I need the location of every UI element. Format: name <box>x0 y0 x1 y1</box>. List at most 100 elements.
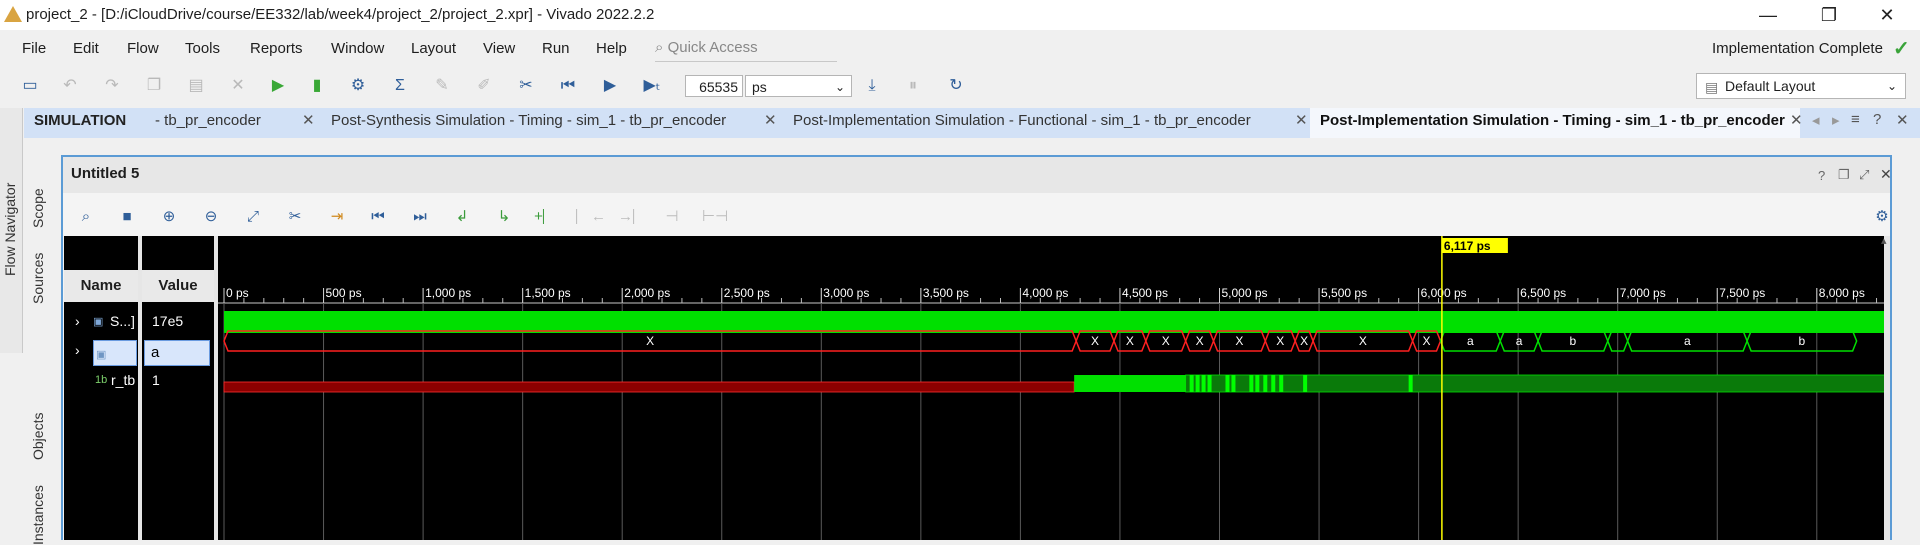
previous-marker-icon[interactable]: ⎸← <box>576 205 606 229</box>
previous-transition-icon[interactable]: ↲ <box>450 205 474 229</box>
menu-edit[interactable]: Edit <box>73 40 99 57</box>
swap-cursors-icon[interactable]: ⊣ <box>660 205 684 229</box>
ruler-tick-label: 5,500 ps <box>1321 286 1367 300</box>
menu-file[interactable]: File <box>22 40 46 57</box>
batch-icon[interactable]: ✎ <box>430 74 454 98</box>
pencil-icon[interactable]: ✐ <box>472 74 496 98</box>
undo-icon[interactable]: ↶ <box>58 74 82 98</box>
settings-icon[interactable]: ⚙ <box>1870 205 1894 229</box>
signal-r-tb-high <box>1074 375 1186 392</box>
signal-name-r-tb[interactable]: r_tb <box>111 372 135 388</box>
signal-r-tb-glitch <box>1201 375 1206 392</box>
vertical-scrollbar[interactable]: ▴ <box>1881 234 1890 540</box>
signal-r-tb-glitch <box>1195 375 1200 392</box>
redo-icon[interactable]: ↷ <box>100 74 124 98</box>
menu-tools[interactable]: Tools <box>185 40 220 57</box>
ruler-tick-label: 2,000 ps <box>624 286 670 300</box>
signal-name-s[interactable]: S...] <box>110 313 135 329</box>
quick-access-input[interactable]: ⌕ Quick Access <box>655 35 837 62</box>
maximize-panel-icon[interactable]: ⤢ <box>1859 167 1869 183</box>
report-sigma-icon[interactable]: Σ <box>388 74 412 98</box>
program-device-icon[interactable]: ▮ <box>305 74 329 98</box>
scroll-right-icon[interactable]: ▸ <box>1832 111 1840 129</box>
menu-view[interactable]: View <box>483 40 515 57</box>
time-cursor-label: 6,117 ps <box>1444 239 1491 253</box>
layout-select[interactable]: ▤ Default Layout ⌄ <box>1696 73 1906 99</box>
zoom-cursor-icon[interactable]: ✂ <box>283 205 307 229</box>
layout-icon: ▤ <box>1705 79 1719 95</box>
tab-post-synthesis-timing[interactable]: Post-Synthesis Simulation - Timing - sim… <box>331 112 726 129</box>
bus-icon: ▣ <box>93 316 104 328</box>
ruler-tick-label: 4,000 ps <box>1022 286 1068 300</box>
tab-post-implementation-timing[interactable]: Post-Implementation Simulation - Timing … <box>1320 112 1785 129</box>
waveform-svg[interactable]: 0 ps 500 ps 1,000 ps 1,500 ps 2,000 ps 2,500 … <box>218 236 1884 540</box>
name-column-header[interactable]: Name <box>64 270 138 302</box>
tools-icon[interactable]: ✂ <box>514 74 538 98</box>
close-tab-icon[interactable]: ✕ <box>1790 111 1803 129</box>
zoom-out-icon[interactable]: ⊖ <box>199 205 223 229</box>
signal-value-r-tb: 1 <box>152 372 160 388</box>
run-time-input[interactable]: 65535 <box>685 75 743 97</box>
expand-chevron-icon[interactable]: › <box>75 342 80 358</box>
flow-navigator-collapsed[interactable]: Flow Navigator <box>0 108 23 353</box>
tab-objects[interactable]: Objects <box>30 413 46 460</box>
open-project-icon[interactable]: ▭ <box>18 74 42 98</box>
menu-reports[interactable]: Reports <box>250 40 303 57</box>
window-title: project_2 - [D:/iCloudDrive/course/EE332… <box>26 6 655 23</box>
scroll-left-icon[interactable]: ◂ <box>1812 111 1820 129</box>
search-icon[interactable]: ⌕ <box>74 205 98 229</box>
settings-icon[interactable]: ⚙ <box>346 74 370 98</box>
menu-run[interactable]: Run <box>542 40 570 57</box>
zoom-in-icon[interactable]: ⊕ <box>157 205 181 229</box>
tab-tb-pr-encoder[interactable]: - tb_pr_encoder <box>155 112 261 129</box>
menu-flow[interactable]: Flow <box>127 40 159 57</box>
tab-sources[interactable]: Sources <box>30 253 46 304</box>
save-icon[interactable]: ■ <box>115 205 139 229</box>
tab-instances[interactable]: Instances <box>30 485 46 545</box>
tab-post-implementation-functional[interactable]: Post-Implementation Simulation - Functio… <box>793 112 1251 129</box>
title-bar: project_2 - [D:/iCloudDrive/course/EE332… <box>0 0 1920 30</box>
menu-layout[interactable]: Layout <box>411 40 456 57</box>
close-button[interactable]: ✕ <box>1864 0 1910 30</box>
paste-icon[interactable]: ▤ <box>184 74 208 98</box>
close-panel-icon[interactable]: ✕ <box>1896 111 1909 129</box>
next-marker-icon[interactable]: →⎸ <box>618 205 648 229</box>
menu-help[interactable]: Help <box>596 40 627 57</box>
step-icon[interactable]: ⤓ <box>860 74 884 98</box>
signal-r-tb-unknown <box>223 381 1075 393</box>
close-panel-icon[interactable]: ✕ <box>1880 166 1892 183</box>
expand-chevron-icon[interactable]: › <box>75 313 80 329</box>
tab-list-icon[interactable]: ≡ <box>1851 111 1860 128</box>
add-marker-icon[interactable]: +⎸ <box>534 205 558 229</box>
restore-button[interactable]: ❐ <box>1806 0 1852 30</box>
value-column-header[interactable]: Value <box>142 270 214 302</box>
help-icon[interactable]: ? <box>1818 168 1825 183</box>
run-all-icon[interactable]: ▶ <box>598 74 622 98</box>
close-tab-icon[interactable]: ✕ <box>1295 111 1308 129</box>
menu-window[interactable]: Window <box>331 40 384 57</box>
pause-icon[interactable]: ⏸ <box>901 74 925 98</box>
scroll-up-icon[interactable]: ▴ <box>1881 234 1887 247</box>
go-to-start-icon[interactable]: ⏮ <box>366 205 390 229</box>
copy-icon[interactable]: ❐ <box>142 74 166 98</box>
zoom-fit-icon[interactable]: ⤢ <box>241 205 265 229</box>
signal-z-segment-label: b <box>1799 334 1806 348</box>
help-icon[interactable]: ? <box>1873 111 1881 128</box>
run-time-unit-select[interactable]: ps ⌄ <box>745 75 852 97</box>
delete-icon[interactable]: ✕ <box>226 74 250 98</box>
signal-name-z-selected[interactable]: ▣ Z_... <box>93 340 137 387</box>
restart-icon[interactable]: ⏮ <box>556 74 580 98</box>
close-tab-icon[interactable]: ✕ <box>302 111 315 129</box>
go-to-time-icon[interactable]: ⇥ <box>325 205 349 229</box>
run-icon[interactable]: ▶ <box>266 74 290 98</box>
close-tab-icon[interactable]: ✕ <box>764 111 777 129</box>
restore-panel-icon[interactable]: ❐ <box>1838 167 1850 183</box>
tab-scope[interactable]: Scope <box>30 188 46 228</box>
snap-icon[interactable]: ⊢⊣ <box>702 205 728 229</box>
minimize-button[interactable]: — <box>1745 0 1791 30</box>
relaunch-icon[interactable]: ↻ <box>944 74 968 98</box>
next-transition-icon[interactable]: ↳ <box>492 205 516 229</box>
signal-r-tb-glitch <box>1408 375 1413 392</box>
run-for-icon[interactable]: ▶ₜ <box>640 74 664 98</box>
go-to-end-icon[interactable]: ⏭ <box>408 205 432 229</box>
